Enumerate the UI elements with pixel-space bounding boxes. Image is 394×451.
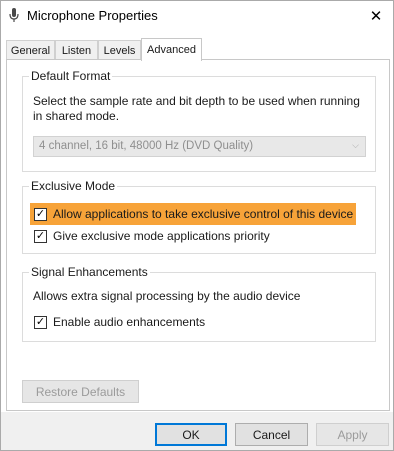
tab-advanced[interactable]: Advanced [141, 38, 202, 61]
allow-exclusive-control-checkbox-row[interactable]: ✓ Allow applications to take exclusive c… [34, 204, 353, 224]
window-title: Microphone Properties [27, 8, 158, 23]
microphone-properties-dialog: Microphone Properties ✕ General Listen L… [0, 0, 394, 451]
enable-enhancements-checkbox-row[interactable]: ✓ Enable audio enhancements [34, 312, 205, 332]
tab-general[interactable]: General [6, 40, 55, 60]
close-icon: ✕ [369, 7, 383, 25]
dialog-footer: OK Cancel Apply [1, 412, 393, 450]
ok-button[interactable]: OK [155, 423, 227, 446]
advanced-tab-panel: Default Format Select the sample rate an… [6, 59, 390, 411]
exclusive-mode-group: Exclusive Mode ✓ Allow applications to t… [22, 179, 376, 254]
allow-exclusive-control-checkbox[interactable]: ✓ [34, 207, 47, 221]
tab-listen[interactable]: Listen [55, 40, 98, 60]
chevron-down-icon: ⌵ [352, 140, 359, 150]
enable-enhancements-checkbox[interactable]: ✓ [34, 315, 47, 329]
allow-exclusive-control-label: Allow applications to take exclusive con… [53, 207, 354, 221]
enable-enhancements-label: Enable audio enhancements [53, 315, 206, 329]
close-button[interactable]: ✕ [359, 1, 393, 30]
tab-strip: General Listen Levels Advanced [6, 38, 390, 61]
exclusive-priority-label: Give exclusive mode applications priorit… [53, 229, 270, 243]
microphone-icon [9, 8, 19, 22]
apply-button[interactable]: Apply [316, 423, 389, 446]
default-format-group: Default Format Select the sample rate an… [22, 69, 376, 172]
signal-enhancements-group: Signal Enhancements Allows extra signal … [22, 265, 376, 342]
signal-enhancements-description: Allows extra signal processing by the au… [33, 289, 301, 303]
signal-enhancements-legend: Signal Enhancements [29, 265, 150, 279]
tab-levels[interactable]: Levels [98, 40, 141, 60]
cancel-button[interactable]: Cancel [235, 423, 308, 446]
default-format-selected-value: 4 channel, 16 bit, 48000 Hz (DVD Quality… [39, 140, 254, 152]
exclusive-priority-checkbox-row[interactable]: ✓ Give exclusive mode applications prior… [34, 226, 270, 246]
exclusive-mode-legend: Exclusive Mode [29, 179, 118, 193]
default-format-legend: Default Format [29, 69, 113, 83]
restore-defaults-button[interactable]: Restore Defaults [22, 380, 139, 403]
default-format-description: Select the sample rate and bit depth to … [33, 94, 360, 123]
exclusive-priority-checkbox[interactable]: ✓ [34, 229, 47, 243]
default-format-dropdown[interactable]: 4 channel, 16 bit, 48000 Hz (DVD Quality… [33, 136, 366, 157]
title-bar[interactable]: Microphone Properties ✕ [1, 1, 393, 30]
